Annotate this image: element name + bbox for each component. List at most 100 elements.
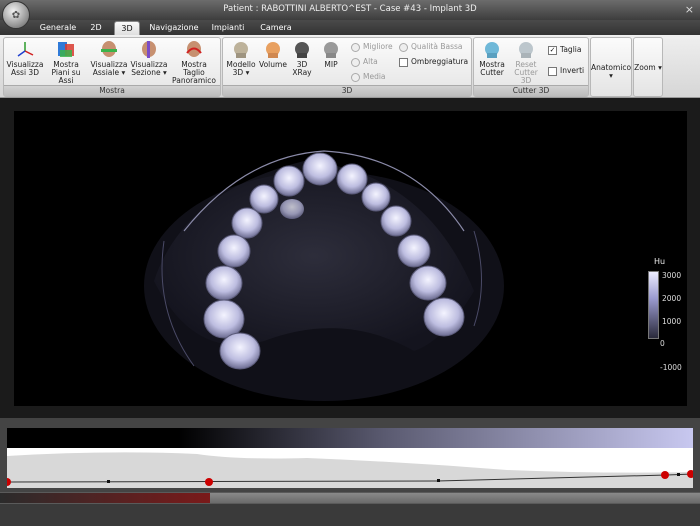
tooth xyxy=(409,265,447,301)
tooth xyxy=(423,297,465,337)
tooth xyxy=(205,265,243,301)
mostra-cutter-button[interactable]: Mostra Cutter xyxy=(476,40,508,77)
mostra-piani-label: Mostra Piani su Assi xyxy=(51,60,81,85)
volume-label: Volume xyxy=(259,60,287,69)
quality-alta-label: Alta xyxy=(363,57,378,66)
ombreggiatura-checkbox[interactable]: Ombreggiatura xyxy=(399,57,468,67)
group-3d-label: 3D xyxy=(223,85,471,96)
tooth xyxy=(336,163,368,195)
modello-3d-button[interactable]: Modello 3D ▾ xyxy=(225,40,257,77)
xray-skull-icon xyxy=(295,42,309,58)
tooth xyxy=(280,199,304,219)
group-mostra: Visualizza Assi 3D Mostra Piani su Assi … xyxy=(3,37,221,97)
modello-3d-label: Modello 3D ▾ xyxy=(226,60,256,77)
scrollbar-track[interactable] xyxy=(210,493,700,503)
window-title: Patient : RABOTTINI ALBERTO^EST - Case #… xyxy=(223,4,477,14)
reset-cutter-label: Reset Cutter 3D xyxy=(514,60,538,85)
bottom-bar xyxy=(0,504,700,526)
colorbar xyxy=(648,271,659,339)
xray-3d-button[interactable]: 3D XRay xyxy=(289,40,315,77)
quality-migliore-radio[interactable]: Migliore xyxy=(351,42,393,52)
visualizza-assi-button[interactable]: Visualizza Assi 3D xyxy=(6,40,44,77)
cutter-skull-icon xyxy=(485,42,499,58)
tab-bar: Generale 2D 3D Navigazione Impianti Came… xyxy=(0,20,700,36)
dental-arch-render xyxy=(144,150,504,401)
quality-migliore-label: Migliore xyxy=(363,42,393,51)
title-bar: Patient : RABOTTINI ALBERTO^EST - Case #… xyxy=(0,0,700,20)
visualizza-sezione-button[interactable]: Visualizza Sezione ▾ xyxy=(130,40,168,77)
group-cutter: Mostra Cutter Reset Cutter 3D ✓ Taglia In… xyxy=(473,37,589,97)
ombreggiatura-label: Ombreggiatura xyxy=(411,57,469,66)
radio-icon xyxy=(351,72,360,82)
visualizza-assiale-label: Visualizza Assiale ▾ xyxy=(90,60,128,77)
tab-camera[interactable]: Camera xyxy=(258,21,294,35)
volume-skull-icon xyxy=(266,42,280,58)
tab-3d[interactable]: 3D xyxy=(114,21,140,36)
tooth xyxy=(231,207,263,239)
ribbon: Visualizza Assi 3D Mostra Piani su Assi … xyxy=(0,35,700,98)
xray-3d-label: 3D XRay xyxy=(292,60,312,77)
3d-viewport[interactable]: Hu 3000 2000 1000 0 -1000 xyxy=(14,111,687,406)
transfer-function-graph[interactable] xyxy=(3,448,695,488)
zoom-label: Zoom ▾ xyxy=(634,63,662,72)
colorbar-tick: 0 xyxy=(660,339,665,348)
tooth xyxy=(380,205,412,237)
histogram-curve xyxy=(3,452,695,488)
check-icon: ✓ xyxy=(548,45,557,55)
tooth xyxy=(217,234,251,268)
mip-skull-icon xyxy=(324,42,338,58)
group-3d: Modello 3D ▾ Volume 3D XRay MIP Migliore… xyxy=(222,37,472,97)
colorbar-tick: 3000 xyxy=(662,271,682,280)
tooth xyxy=(219,332,261,370)
tab-2d[interactable]: 2D xyxy=(84,21,108,35)
tooth xyxy=(249,184,279,214)
axial-head-icon xyxy=(101,41,117,57)
mostra-cutter-label: Mostra Cutter xyxy=(479,60,505,77)
tooth xyxy=(361,182,391,212)
visualizza-assi-label: Visualizza Assi 3D xyxy=(6,60,44,77)
reset-cutter-button[interactable]: Reset Cutter 3D xyxy=(508,40,544,85)
scrollbar-thumb[interactable] xyxy=(0,493,210,503)
quality-alta-radio[interactable]: Alta xyxy=(351,57,378,67)
inverti-label: Inverti xyxy=(560,66,585,75)
taglia-checkbox[interactable]: ✓ Taglia xyxy=(548,45,581,55)
mip-label: MIP xyxy=(324,60,338,69)
app-logo-icon[interactable]: ✿ xyxy=(2,1,30,29)
radio-icon xyxy=(351,42,360,52)
intensity-gradient-bar[interactable] xyxy=(7,428,693,448)
reset-cutter-icon xyxy=(519,42,533,58)
group-cutter-label: Cutter 3D xyxy=(474,85,588,96)
tab-impianti[interactable]: Impianti xyxy=(210,21,246,35)
colorbar-unit: Hu xyxy=(654,257,666,266)
quality-media-radio[interactable]: Media xyxy=(351,72,386,82)
colorbar-tick: -1000 xyxy=(660,363,682,372)
skull-model-icon xyxy=(234,42,248,58)
quality-bassa-label: Qualità Bassa xyxy=(411,42,463,51)
inverti-checkbox[interactable]: Inverti xyxy=(548,66,584,76)
visualizza-assiale-button[interactable]: Visualizza Assiale ▾ xyxy=(90,40,128,77)
volume-button[interactable]: Volume xyxy=(258,40,288,69)
tooth xyxy=(273,165,305,197)
tab-navigazione[interactable]: Navigazione xyxy=(146,21,202,35)
panoramic-head-icon xyxy=(186,41,202,57)
quality-bassa-radio[interactable]: Qualità Bassa xyxy=(399,42,463,52)
radio-icon xyxy=(399,42,408,52)
axes-icon xyxy=(17,42,34,57)
colorbar-tick: 2000 xyxy=(662,294,682,303)
mip-button[interactable]: MIP xyxy=(318,40,344,69)
planes-icon xyxy=(58,42,74,57)
close-button[interactable]: × xyxy=(685,3,694,16)
anatomico-label: Anatomico ▾ xyxy=(591,63,632,80)
anatomico-button[interactable]: Anatomico ▾ xyxy=(590,37,632,97)
section-head-icon xyxy=(142,41,156,58)
mostra-piani-button[interactable]: Mostra Piani su Assi xyxy=(46,40,86,85)
checkbox-icon xyxy=(548,66,557,76)
tooth xyxy=(397,234,431,268)
tooth xyxy=(302,152,338,186)
taglia-label: Taglia xyxy=(560,45,582,54)
horizontal-scrollbar[interactable] xyxy=(0,492,700,504)
tab-generale[interactable]: Generale xyxy=(38,21,78,35)
radio-icon xyxy=(351,57,360,67)
zoom-button[interactable]: Zoom ▾ xyxy=(633,37,663,97)
group-mostra-label: Mostra xyxy=(4,85,220,96)
